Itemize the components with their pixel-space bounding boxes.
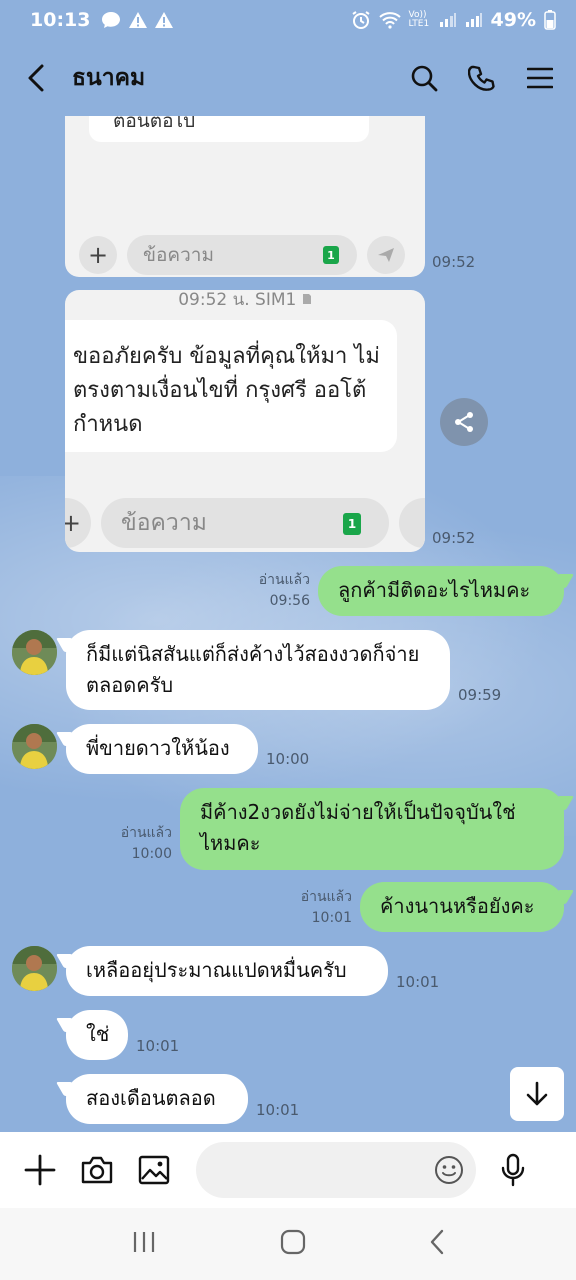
header-actions (410, 64, 554, 92)
message-time: 09:56 (269, 593, 310, 609)
read-receipt: อ่านแล้ว (300, 889, 352, 905)
screenshot-sms-text: ขออภัยครับ ข้อมูลที่คุณให้มา ไม่ตรงตามเง… (65, 320, 397, 452)
arrow-down-icon (526, 1081, 548, 1106)
battery-icon (544, 10, 556, 30)
chat-header: ธนาคม (0, 40, 576, 116)
share-icon (455, 412, 473, 432)
sim-badge: 1 (343, 513, 361, 535)
screenshot-input: ข้อความ 1 (127, 235, 357, 275)
send-icon (399, 498, 425, 548)
message-bubble[interactable]: ก็มีแต่นิสสันแต่ก็ส่งค้างไว้สองงวดก็จ่าย… (66, 630, 450, 710)
menu-icon[interactable] (526, 64, 554, 92)
screenshot-input-placeholder: ข้อความ (143, 244, 214, 266)
mic-icon[interactable] (498, 1153, 528, 1187)
avatar[interactable] (12, 630, 57, 675)
back-nav-icon[interactable] (429, 1229, 445, 1259)
scroll-to-bottom-button[interactable] (510, 1067, 564, 1121)
message-input[interactable] (196, 1142, 476, 1198)
sim-card-icon (302, 294, 311, 304)
chat-title: ธนาคม (72, 65, 146, 91)
message-meta: อ่านแล้ว 09:56 (240, 570, 310, 612)
cropped-message-text: ต้อนต่อไป (89, 116, 369, 142)
home-icon[interactable] (280, 1229, 306, 1259)
emoji-icon[interactable] (434, 1155, 464, 1189)
camera-icon[interactable] (80, 1153, 114, 1187)
avatar[interactable] (12, 946, 57, 991)
status-time: 10:13 (30, 9, 91, 31)
wifi-icon (378, 12, 401, 29)
read-receipt: อ่านแล้ว (120, 825, 172, 841)
plus-icon: + (65, 498, 91, 548)
share-button[interactable] (440, 398, 488, 446)
message-time: 10:00 (131, 846, 172, 862)
avatar[interactable] (12, 724, 57, 769)
chat-notification-icon (102, 12, 121, 28)
message-input-bar (0, 1132, 576, 1208)
status-right: Vo)) LTE1 49% (351, 9, 556, 31)
image-message-1[interactable]: ต้อนต่อไป + ข้อความ 1 (65, 116, 425, 277)
chat-area[interactable]: ต้อนต่อไป + ข้อความ 1 09:52 09:52 น. SIM… (0, 116, 576, 1132)
image-icon[interactable] (138, 1153, 170, 1187)
signal-icon (465, 13, 482, 27)
read-receipt: อ่านแล้ว (258, 572, 310, 588)
screenshot-input-row: + ข้อความ 1 (65, 233, 425, 277)
screenshot-input: ข้อความ 1 (101, 498, 389, 548)
recent-apps-icon[interactable] (131, 1230, 157, 1258)
sim-badge: 1 (323, 246, 339, 264)
message-bubble[interactable]: สองเดือนตลอด (66, 1074, 248, 1124)
message-time: 10:01 (396, 973, 440, 991)
send-icon (367, 236, 405, 274)
message-meta: อ่านแล้ว 10:01 (282, 887, 352, 929)
message-time: 10:00 (266, 750, 310, 768)
plus-icon: + (79, 236, 117, 274)
message-bubble[interactable]: พี่ขายดาวให้น้อง (66, 724, 258, 774)
message-time: 09:52 (432, 529, 476, 547)
screenshot-input-row: + ข้อความ 1 (65, 494, 425, 552)
status-left-icons (100, 10, 174, 30)
back-icon[interactable] (26, 60, 56, 96)
screenshot-input-placeholder: ข้อความ (121, 510, 207, 536)
screenshot-sms-header: 09:52 น. SIM1 (65, 290, 425, 313)
network-type: Vo)) LTE1 (408, 10, 430, 29)
message-bubble[interactable]: ใช่ (66, 1010, 128, 1060)
message-time: 10:01 (311, 910, 352, 926)
alarm-icon (351, 11, 370, 29)
message-bubble[interactable]: ค้างนานหรือยังคะ (360, 882, 564, 932)
status-bar: 10:13 Vo)) LTE1 49% (0, 0, 576, 40)
message-time: 09:52 (432, 253, 476, 271)
warning-icon (155, 12, 174, 28)
message-bubble[interactable]: ลูกค้ามีติดอะไรไหมคะ (318, 566, 564, 616)
message-bubble[interactable]: เหลืออยุ่ประมาณแปดหมื่นครับ (66, 946, 388, 996)
battery-percent: 49% (490, 9, 536, 31)
plus-icon[interactable] (24, 1153, 56, 1187)
message-time: 09:59 (458, 686, 502, 704)
message-bubble[interactable]: มีค้าง2งวดยังไม่จ่ายให้เป็นปัจจุบันใช่ไห… (180, 788, 564, 870)
search-icon[interactable] (410, 64, 438, 92)
image-message-2[interactable]: 09:52 น. SIM1 ขออภัยครับ ข้อมูลที่คุณให้… (65, 290, 425, 552)
system-nav-bar (0, 1208, 576, 1280)
warning-icon (129, 12, 148, 28)
signal-icon (439, 13, 456, 27)
message-meta: อ่านแล้ว 10:00 (100, 823, 172, 865)
message-time: 10:01 (256, 1101, 300, 1119)
message-time: 10:01 (136, 1037, 180, 1055)
phone-icon[interactable] (468, 64, 496, 92)
